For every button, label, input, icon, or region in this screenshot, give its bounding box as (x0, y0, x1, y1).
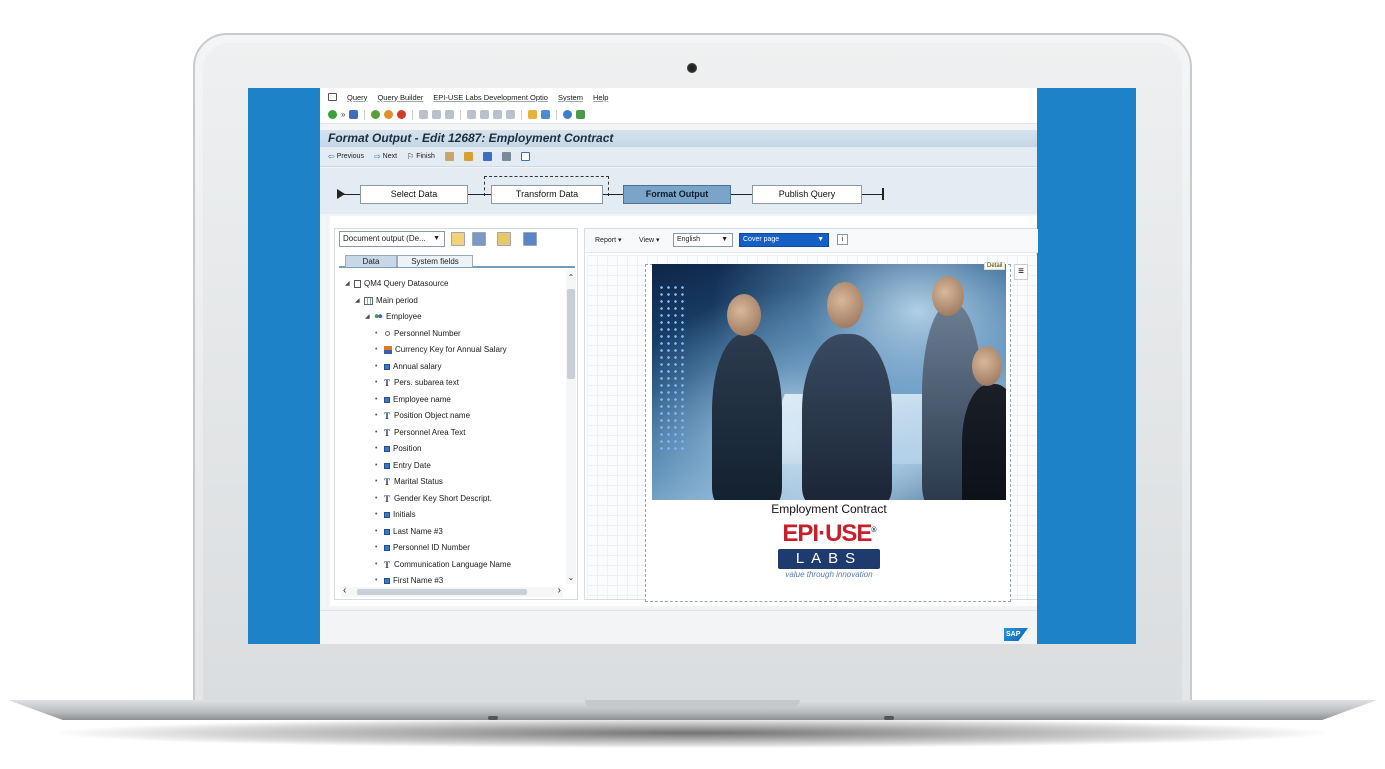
hamburger-menu-icon[interactable]: ≡ (1014, 264, 1028, 280)
decorative-dots (658, 284, 686, 454)
registered-mark: ® (871, 527, 876, 534)
standard-toolbar: » (320, 106, 1037, 124)
next-label: Next (382, 153, 398, 160)
save-icon[interactable] (349, 110, 359, 119)
confirm-icon[interactable] (328, 110, 337, 119)
page-title: Format Output - Edit 12687: Employment C… (328, 131, 614, 145)
finish-label: Finish (416, 153, 435, 160)
menu-bar: Query Query Builder EPI-USE Labs Develop… (320, 88, 1037, 106)
person-figure (802, 334, 892, 500)
toolbar-separator (412, 109, 414, 120)
table-settings-icon[interactable] (482, 152, 492, 161)
arrow-right-icon: ⇨ (373, 152, 381, 161)
finish-flag-icon: ⚐ (407, 152, 415, 161)
logo-wordmark: EPI·USE® (774, 518, 884, 547)
person-head (972, 346, 1002, 386)
title-bar: Format Output - Edit 12687: Employment C… (320, 130, 1037, 147)
menu-query[interactable]: Query (347, 93, 367, 102)
menu-system[interactable]: System (558, 93, 583, 102)
finish-button[interactable]: ⚐ Finish (407, 152, 435, 161)
toolbar-separator (556, 109, 558, 120)
magic-wand-icon[interactable] (444, 152, 454, 161)
layout-icon[interactable] (576, 110, 586, 119)
cover-photo (652, 264, 1006, 500)
cancel-icon[interactable] (397, 110, 407, 119)
menu-query-builder[interactable]: Query Builder (377, 93, 423, 102)
toolbar-separator (364, 109, 366, 120)
first-page-icon[interactable] (467, 110, 477, 119)
edit-pencil-icon[interactable] (463, 152, 473, 161)
print-icon[interactable] (419, 110, 429, 119)
epi-use-labs-logo: EPI·USE® LABS value through innovation (774, 518, 884, 590)
menu-epi-use[interactable]: EPI-USE Labs Development Optio (433, 93, 548, 102)
new-session-icon[interactable] (528, 110, 538, 119)
toolbar-separator (460, 109, 462, 120)
person-head (827, 282, 863, 328)
expand-icon[interactable]: » (341, 110, 345, 119)
person-figure (712, 334, 782, 500)
grid-icon[interactable] (501, 152, 511, 161)
previous-button[interactable]: ⇦ Previous (328, 152, 364, 161)
exit-icon[interactable] (384, 110, 394, 119)
person-head (932, 276, 964, 316)
person-figure (962, 384, 1006, 500)
previous-label: Previous (336, 153, 364, 160)
info-icon[interactable] (520, 152, 530, 161)
menu-help[interactable]: Help (593, 93, 608, 102)
next-page-icon[interactable] (493, 110, 503, 119)
detail-tag: Detail (984, 262, 1006, 270)
laptop-shadow (60, 718, 1325, 748)
logo-wordmark-text: EPI·USE (782, 520, 872, 547)
window-menu-icon[interactable] (328, 93, 337, 101)
toolbar-separator (521, 109, 523, 120)
laptop-notch (585, 700, 800, 707)
document-layer: Detail ≡ Employment Contract EPI·USE® LA… (586, 228, 1036, 600)
status-bar (320, 610, 1037, 643)
application-toolbar: ⇦ Previous ⇨ Next ⚐ Finish (320, 147, 1037, 167)
document-caption: Employment Contract (771, 502, 887, 516)
logo-labs: LABS (778, 549, 880, 569)
find-next-icon[interactable] (445, 110, 455, 119)
webcam (687, 63, 697, 73)
shortcut-icon[interactable] (541, 110, 551, 119)
back-icon[interactable] (371, 110, 381, 119)
last-page-icon[interactable] (506, 110, 516, 119)
help-icon[interactable] (563, 110, 573, 119)
arrow-left-icon: ⇦ (328, 152, 335, 161)
person-head (727, 294, 761, 336)
previous-page-icon[interactable] (480, 110, 490, 119)
find-icon[interactable] (432, 110, 442, 119)
laptop-foot (488, 716, 498, 720)
next-button[interactable]: ⇨ Next (374, 152, 397, 161)
laptop-foot (884, 716, 894, 720)
logo-tagline: value through innovation (785, 570, 873, 579)
